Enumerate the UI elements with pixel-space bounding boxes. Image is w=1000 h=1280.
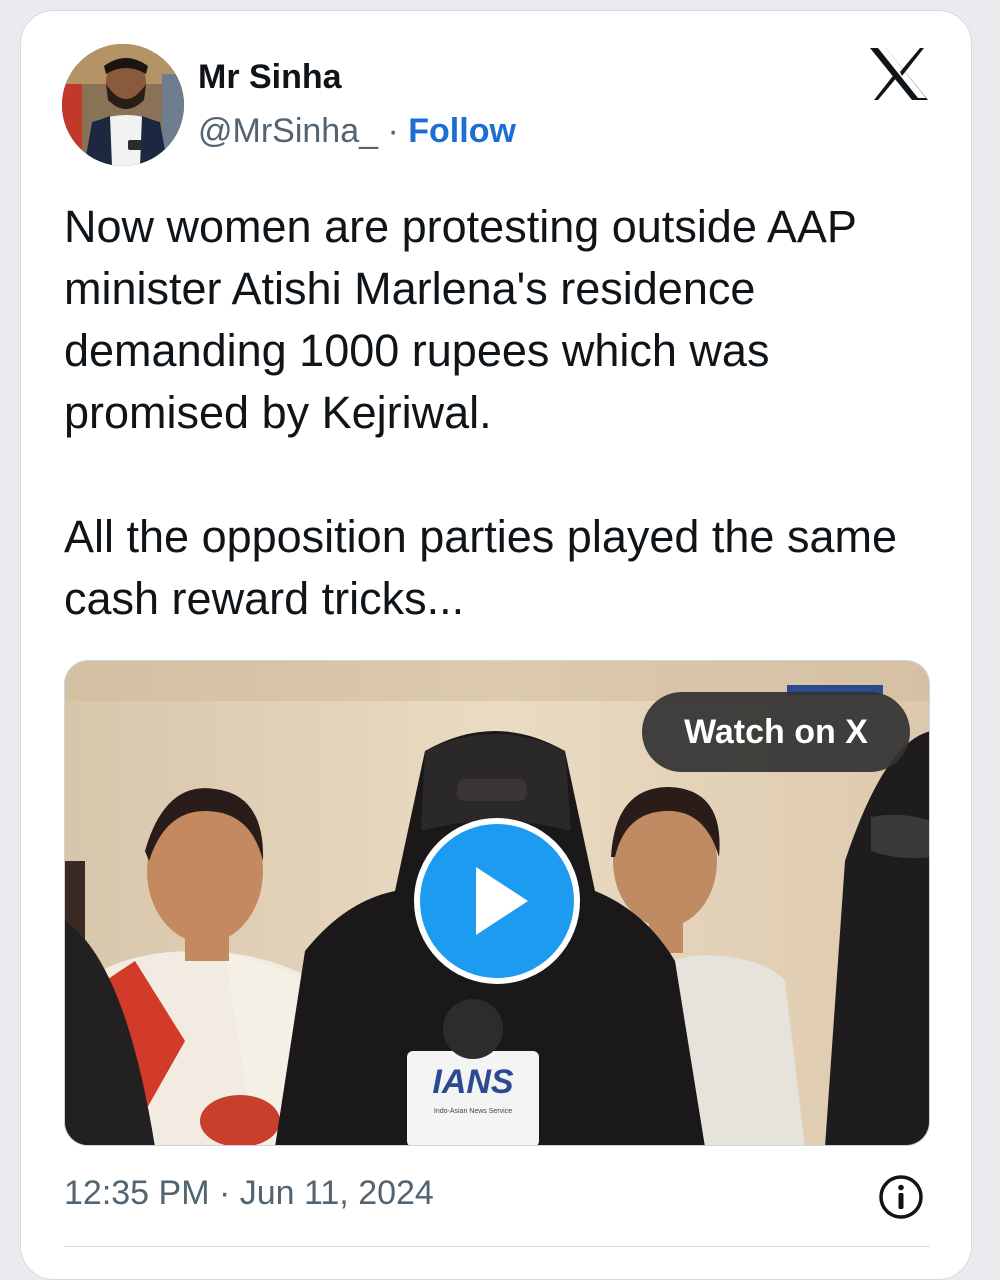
- tweet-paragraph: Now women are protesting outside AAP min…: [64, 201, 857, 438]
- mic-subtitle: Indo-Asian News Service: [434, 1108, 512, 1115]
- info-icon[interactable]: [878, 1174, 924, 1220]
- watch-on-x-button[interactable]: Watch on X: [642, 692, 910, 772]
- tweet-paragraph: All the opposition parties played the sa…: [64, 511, 898, 624]
- handle-separator: ·: [387, 112, 399, 150]
- divider: [64, 1246, 930, 1247]
- tweet-text: Now women are protesting outside AAP min…: [64, 196, 924, 630]
- mic-brand: IANS: [432, 1063, 514, 1101]
- author-handle[interactable]: @MrSinha_: [198, 112, 378, 150]
- x-logo-icon[interactable]: [868, 46, 930, 102]
- author-name[interactable]: Mr Sinha: [198, 58, 342, 97]
- play-icon[interactable]: [414, 818, 580, 984]
- avatar-image: [62, 44, 184, 166]
- tweet-timestamp[interactable]: 12:35 PM · Jun 11, 2024: [64, 1174, 434, 1213]
- handle-row: @MrSinha_ · Follow: [198, 112, 516, 151]
- avatar[interactable]: [62, 44, 184, 166]
- follow-button[interactable]: Follow: [408, 112, 516, 150]
